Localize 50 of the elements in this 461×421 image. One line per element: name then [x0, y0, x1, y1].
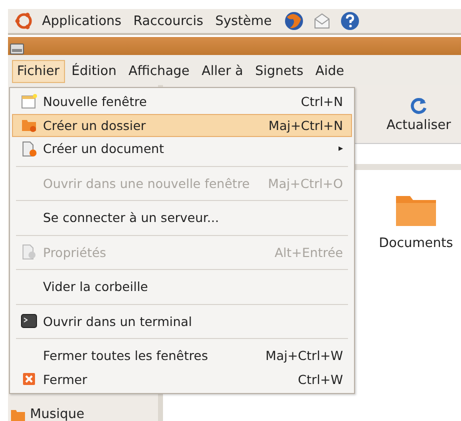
menu-item-label: Propriétés: [43, 244, 108, 260]
menu-item-label: Ouvrir dans une nouvelle fenêtre: [43, 176, 251, 191]
menu-item[interactable]: Se connecter à un serveur...: [12, 206, 352, 230]
close-icon: [23, 373, 35, 386]
menu-item[interactable]: Fermer toutes les fenêtres Maj+Ctrl+W: [12, 344, 352, 368]
reload-icon: [408, 96, 429, 116]
shortcut-text: Maj+Ctrl+W: [266, 348, 343, 364]
menu-item-label: Ouvrir dans un terminal: [43, 314, 193, 329]
menu-item-label: Créer un document: [43, 141, 165, 156]
menu-item[interactable]: Créer un dossier Maj+Ctrl+N: [12, 114, 352, 137]
menu-item-label: Fermer: [43, 372, 88, 387]
drive-icon: [10, 43, 24, 55]
envelope-icon[interactable]: [312, 11, 332, 31]
menu-item-label: Créer un dossier: [43, 118, 147, 133]
menu-bar-item[interactable]: Fichier: [12, 60, 64, 83]
menu-item[interactable]: Créer un document ▸: [12, 137, 352, 160]
shortcut-text: Maj+Ctrl+O: [268, 176, 343, 191]
menu-bar-item[interactable]: Édition: [66, 60, 122, 83]
menu-item[interactable]: Ouvrir dans un terminal: [12, 310, 352, 333]
menu-item-label: Nouvelle fenêtre: [43, 94, 148, 110]
panel-menu[interactable]: Système: [215, 14, 272, 28]
folder-icon: [10, 408, 26, 421]
window-icon: [21, 94, 37, 110]
menu-item-label: Vider la corbeille: [43, 279, 149, 294]
sidebar-item[interactable]: Musique: [30, 407, 84, 421]
shortcut-text: Alt+Entrée: [274, 244, 343, 260]
shortcut-text: Ctrl+W: [298, 372, 343, 387]
logo-icon[interactable]: [14, 11, 34, 31]
menu-bar-item[interactable]: Signets: [250, 60, 308, 83]
shortcut-text: Maj+Ctrl+N: [268, 118, 343, 133]
help-icon[interactable]: [340, 11, 360, 31]
menu-item[interactable]: Fermer Ctrl+W: [12, 368, 352, 391]
document-icon: [21, 244, 37, 260]
menu-item[interactable]: Nouvelle fenêtre Ctrl+N: [12, 90, 352, 114]
folder-icon: [21, 117, 37, 134]
document-icon: [21, 140, 37, 157]
panel-menu[interactable]: Applications: [42, 14, 122, 28]
menu-bar-item[interactable]: Aller à: [196, 60, 248, 83]
menu-item-label: Fermer toutes les fenêtres: [43, 348, 209, 364]
file-label[interactable]: Documents: [378, 236, 453, 251]
menu-bar-item[interactable]: Aide: [310, 60, 350, 83]
shortcut-text: Ctrl+N: [300, 94, 343, 110]
globe-icon[interactable]: [284, 11, 304, 31]
terminal-icon: [21, 313, 37, 330]
submenu-arrow-icon: ▸: [338, 144, 343, 154]
menu-item[interactable]: Vider la corbeille: [12, 275, 352, 298]
reload-button[interactable]: Actualiser: [376, 92, 461, 136]
panel-menu[interactable]: Raccourcis: [133, 14, 204, 28]
menu-bar-item[interactable]: Affichage: [123, 60, 195, 83]
menu-item-label: Se connecter à un serveur...: [43, 210, 220, 226]
